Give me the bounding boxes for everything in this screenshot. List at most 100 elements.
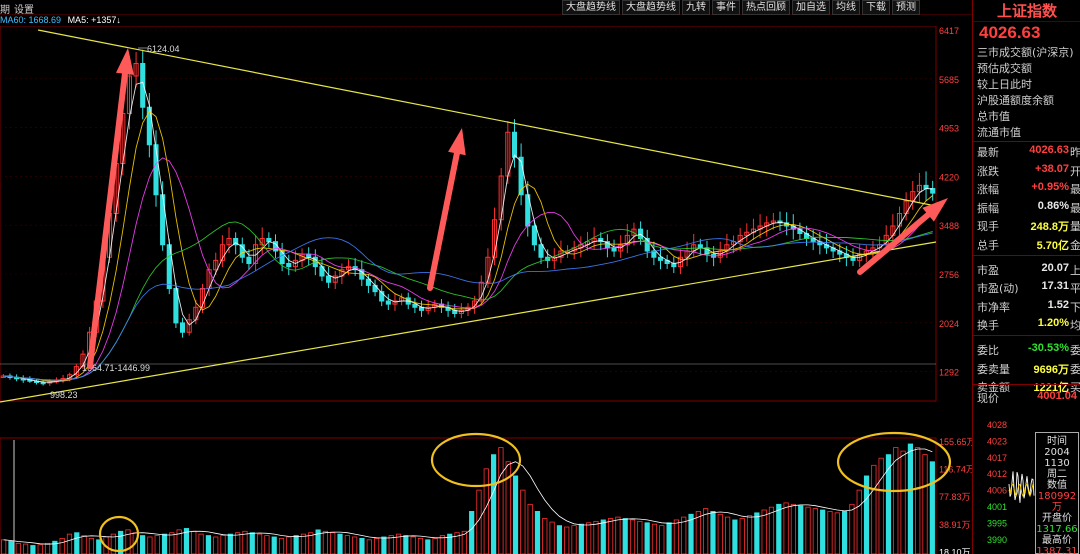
volume-bar bbox=[205, 535, 211, 554]
volume-bar bbox=[271, 536, 277, 554]
quote-row: 现手 248.8万量 bbox=[973, 216, 1080, 234]
quote-row-label: 最新 bbox=[977, 146, 999, 159]
volume-bar bbox=[220, 535, 226, 554]
price-tick-label: 5685 bbox=[939, 75, 959, 85]
volume-bar bbox=[520, 489, 526, 554]
volume-bar bbox=[871, 464, 877, 554]
volume-tick-label: 18.10万 bbox=[939, 547, 971, 554]
quote-row: 委卖量 9696万委 bbox=[973, 359, 1080, 377]
volume-bar bbox=[907, 443, 914, 554]
candle bbox=[511, 131, 518, 158]
volume-bar bbox=[22, 543, 29, 554]
quote-row-suffix: 委 bbox=[1070, 362, 1080, 376]
forecast-button[interactable]: 预测 bbox=[892, 0, 920, 15]
quote-row-label: 总手 bbox=[977, 239, 999, 252]
volume-bar bbox=[359, 537, 365, 554]
volume-bar bbox=[790, 503, 797, 554]
quote-row-value: +0.95% bbox=[1031, 181, 1069, 194]
volume-bar bbox=[30, 545, 36, 554]
trendline-button-1[interactable]: 大盘趋势线 bbox=[562, 0, 620, 15]
mini-axis-label: 4012 bbox=[987, 469, 1007, 479]
quote-row-suffix: 委 bbox=[1070, 344, 1080, 357]
volume-bar bbox=[352, 536, 358, 554]
volume-bar bbox=[169, 532, 175, 554]
quote-row-label: 委比 bbox=[977, 344, 999, 357]
quote-row-label: 换手 bbox=[977, 319, 999, 333]
quote-row-suffix: 最 bbox=[1070, 183, 1080, 197]
price-tick-label: 2756 bbox=[939, 270, 959, 280]
tab-period[interactable]: 期 bbox=[0, 1, 10, 16]
volume-bar bbox=[732, 519, 738, 554]
tooltip-line: 时间 bbox=[1047, 436, 1067, 447]
mini-axis-label: 3995 bbox=[987, 518, 1007, 528]
quote-row-label: 涨跌 bbox=[977, 164, 999, 178]
events-button[interactable]: 事件 bbox=[712, 0, 740, 15]
tooltip-line: 周二 bbox=[1047, 469, 1067, 480]
main-chart[interactable]: 6417 5685 4953 4220 3488 2756 2024 1292 155.65万 1… bbox=[0, 26, 972, 554]
quote-row-value: 5.70亿 bbox=[1036, 240, 1069, 252]
volume-bar bbox=[885, 454, 892, 554]
volume-bar bbox=[622, 518, 628, 554]
volume-bar bbox=[637, 520, 643, 554]
price-tick-label: 4953 bbox=[939, 124, 959, 134]
mini-axis-label: 4017 bbox=[987, 453, 1007, 463]
quote-row-value: 20.07 bbox=[1041, 261, 1069, 274]
quote-row: 市盈(动) 17.31 平 bbox=[973, 278, 1080, 296]
volume-ma-line bbox=[3, 448, 933, 545]
download-button[interactable]: 下载 bbox=[862, 0, 890, 15]
nine-turn-button[interactable]: 九转 bbox=[682, 0, 710, 15]
volume-bar bbox=[593, 520, 599, 554]
volume-bar bbox=[768, 506, 775, 554]
quote-row-value: +38.07 bbox=[1035, 162, 1069, 175]
ma-button[interactable]: 均线 bbox=[832, 0, 860, 15]
candle bbox=[531, 225, 537, 246]
tooltip-line: 1130 bbox=[1044, 458, 1070, 469]
volume-bar bbox=[256, 533, 263, 554]
volume-bar bbox=[842, 511, 848, 554]
volume-bar bbox=[549, 521, 555, 554]
volume-tick-label: 116.74万 bbox=[939, 465, 972, 475]
hotspot-review-button[interactable]: 热点回顾 bbox=[742, 0, 790, 15]
candle bbox=[246, 256, 252, 264]
quote-row-suffix: 金 bbox=[1070, 239, 1080, 252]
candle bbox=[385, 300, 391, 305]
tooltip-line: 180992万 bbox=[1037, 491, 1077, 513]
moving-average-line bbox=[3, 221, 933, 381]
volume-bar bbox=[286, 536, 292, 554]
volume-bar bbox=[300, 533, 307, 554]
add-watchlist-button[interactable]: 加自选 bbox=[792, 0, 830, 15]
tab-settings[interactable]: 设置 bbox=[14, 1, 34, 16]
volume-bar bbox=[739, 518, 745, 554]
quote-row: 振幅 0.86% 最 bbox=[973, 198, 1080, 216]
candle bbox=[153, 144, 159, 196]
quote-panel: 上证指数 4026.63 三市成交额(沪深京) 预估成交额 较上日此时 沪股通额… bbox=[972, 0, 1080, 554]
quote-row-suffix: 开 bbox=[1070, 164, 1080, 178]
volume-bar bbox=[59, 537, 65, 554]
candle bbox=[611, 247, 617, 252]
panel-divider bbox=[973, 335, 1080, 337]
volume-bar bbox=[900, 450, 906, 554]
volume-bar bbox=[264, 535, 270, 554]
quote-row-suffix: 昨 bbox=[1070, 146, 1080, 159]
label-vs-prev: 较上日此时 bbox=[977, 78, 1032, 91]
candle bbox=[644, 238, 650, 252]
tooltip-line: 数值 bbox=[1047, 480, 1067, 491]
tooltip-line: 2004 bbox=[1044, 447, 1070, 458]
candle bbox=[140, 63, 146, 108]
quote-row: 换手 1.20% 均 bbox=[973, 315, 1080, 333]
volume-bar bbox=[235, 532, 241, 554]
volume-bar bbox=[498, 447, 504, 554]
volume-bar bbox=[703, 508, 709, 554]
volume-bar bbox=[469, 511, 475, 554]
current-price-value: 4001.04 bbox=[1037, 390, 1077, 402]
volume-bar bbox=[161, 533, 168, 554]
toolbar-left: 期 设置 bbox=[0, 1, 34, 16]
price-tick-label: 6417 bbox=[939, 26, 959, 36]
quote-row: 涨跌 +38.07 开 bbox=[973, 161, 1080, 179]
volume-bar bbox=[556, 525, 563, 554]
quote-row-suffix: 下 bbox=[1070, 300, 1080, 314]
quote-row-suffix: 最 bbox=[1070, 201, 1080, 215]
volume-bar bbox=[8, 540, 14, 554]
peak-annotation: 6124.04 bbox=[147, 44, 180, 54]
trendline-button-2[interactable]: 大盘趋势线 bbox=[622, 0, 680, 15]
